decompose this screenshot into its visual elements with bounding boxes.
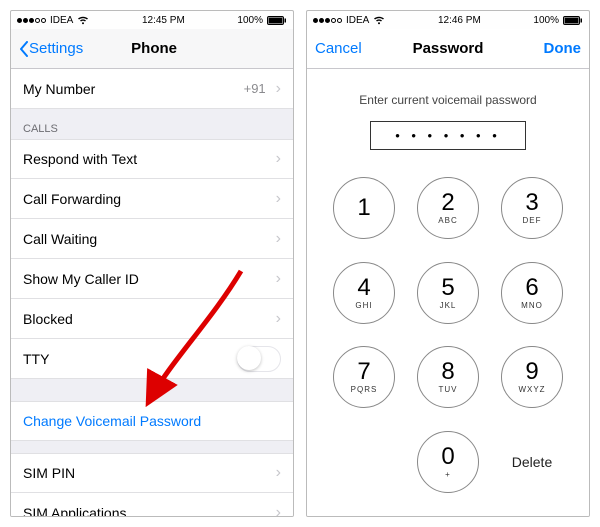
row-label: Blocked (23, 311, 276, 327)
carrier-label: IDEA (50, 15, 73, 26)
row-call-waiting[interactable]: Call Waiting › (11, 219, 293, 259)
row-label: Call Waiting (23, 231, 276, 247)
password-body: Enter current voicemail password • • • •… (307, 69, 589, 516)
nav-title: Password (413, 40, 484, 57)
chevron-right-icon: › (276, 150, 281, 168)
password-field[interactable]: • • • • • • • (370, 121, 526, 150)
row-change-voicemail-password[interactable]: Change Voicemail Password (11, 401, 293, 441)
chevron-right-icon: › (276, 270, 281, 288)
numeric-keypad: 1 2ABC 3DEF 4GHI 5JKL 6MNO 7PQRS 8TUV 9W… (307, 150, 589, 516)
row-label: Respond with Text (23, 151, 276, 167)
battery-icon (267, 16, 287, 25)
row-value: +91 (244, 81, 266, 96)
keypad-key-6[interactable]: 6MNO (501, 262, 563, 324)
chevron-right-icon: › (276, 504, 281, 517)
keypad-key-3[interactable]: 3DEF (501, 177, 563, 239)
row-label: Show My Caller ID (23, 271, 276, 287)
wifi-icon (373, 16, 385, 25)
keypad-spacer (333, 431, 395, 493)
nav-bar: Cancel Password Done (307, 29, 589, 69)
carrier-label: IDEA (346, 15, 369, 26)
row-label: Change Voicemail Password (23, 413, 281, 429)
chevron-right-icon: › (276, 310, 281, 328)
chevron-right-icon: › (276, 190, 281, 208)
status-time: 12:46 PM (438, 15, 481, 26)
battery-pct: 100% (533, 15, 559, 26)
row-show-caller-id[interactable]: Show My Caller ID › (11, 259, 293, 299)
chevron-right-icon: › (276, 464, 281, 482)
row-sim-applications[interactable]: SIM Applications › (11, 493, 293, 516)
nav-bar: Settings Phone (11, 29, 293, 69)
row-label: SIM Applications (23, 505, 276, 517)
chevron-left-icon (19, 41, 29, 57)
row-tty: TTY (11, 339, 293, 379)
chevron-right-icon: › (276, 230, 281, 248)
status-bar: IDEA 12:46 PM 100% (307, 11, 589, 29)
wifi-icon (77, 16, 89, 25)
battery-icon (563, 16, 583, 25)
back-label: Settings (29, 40, 83, 57)
phone-settings-screen: IDEA 12:45 PM 100% Settings Phone (10, 10, 294, 517)
row-label: TTY (23, 351, 237, 367)
keypad-key-4[interactable]: 4GHI (333, 262, 395, 324)
row-label: Call Forwarding (23, 191, 276, 207)
nav-title: Phone (131, 40, 177, 57)
status-time: 12:45 PM (142, 15, 185, 26)
tty-toggle[interactable] (237, 346, 281, 372)
keypad-key-7[interactable]: 7PQRS (333, 346, 395, 408)
signal-icon (313, 18, 342, 23)
row-my-number[interactable]: My Number +91 › (11, 69, 293, 109)
battery-pct: 100% (237, 15, 263, 26)
password-prompt: Enter current voicemail password (307, 93, 589, 107)
row-respond-with-text[interactable]: Respond with Text › (11, 139, 293, 179)
keypad-delete-button[interactable]: Delete (501, 454, 563, 470)
back-button[interactable]: Settings (19, 40, 83, 57)
section-header-calls: CALLS (11, 109, 293, 139)
keypad-key-5[interactable]: 5JKL (417, 262, 479, 324)
cancel-button[interactable]: Cancel (315, 40, 375, 57)
keypad-key-0[interactable]: 0+ (417, 431, 479, 493)
keypad-key-1[interactable]: 1 (333, 177, 395, 239)
phone-password-screen: IDEA 12:46 PM 100% Cancel Password Done … (306, 10, 590, 517)
keypad-key-9[interactable]: 9WXYZ (501, 346, 563, 408)
row-sim-pin[interactable]: SIM PIN › (11, 453, 293, 493)
signal-icon (17, 18, 46, 23)
keypad-key-8[interactable]: 8TUV (417, 346, 479, 408)
row-call-forwarding[interactable]: Call Forwarding › (11, 179, 293, 219)
row-blocked[interactable]: Blocked › (11, 299, 293, 339)
status-bar: IDEA 12:45 PM 100% (11, 11, 293, 29)
row-label: My Number (23, 81, 244, 97)
row-label: SIM PIN (23, 465, 276, 481)
done-button[interactable]: Done (521, 40, 581, 57)
keypad-key-2[interactable]: 2ABC (417, 177, 479, 239)
settings-list: My Number +91 › CALLS Respond with Text … (11, 69, 293, 516)
chevron-right-icon: › (276, 80, 281, 98)
